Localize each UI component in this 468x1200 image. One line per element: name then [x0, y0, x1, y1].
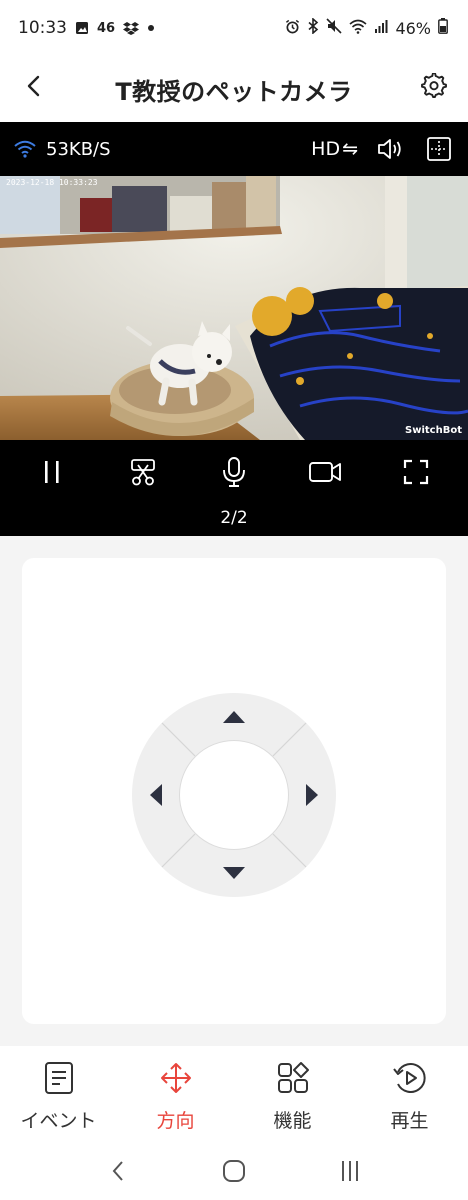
tab-direction-label: 方向 [156, 1110, 195, 1132]
tab-features-label: 機能 [273, 1110, 312, 1132]
pause-button[interactable] [30, 450, 74, 494]
mute-icon [326, 18, 343, 38]
dot-icon [147, 24, 155, 32]
pause-icon [44, 461, 59, 483]
video-top-bar: 53KB/S HD ⇋ [0, 122, 468, 176]
alarm-icon [285, 19, 300, 38]
gear-icon [421, 73, 447, 98]
wifi-icon [349, 19, 367, 38]
speaker-icon [378, 139, 401, 159]
signal-icon [374, 19, 388, 37]
video-controls [0, 440, 468, 504]
dropbox-icon [123, 21, 140, 35]
direction-center[interactable] [179, 740, 289, 850]
microphone-button[interactable] [212, 450, 256, 494]
back-button[interactable] [18, 70, 50, 102]
sound-button[interactable] [376, 134, 406, 164]
video-area: 53KB/S HD ⇋ 2023-12-18 10:33:23 SwitchBo… [0, 122, 468, 536]
move-right-button[interactable] [292, 775, 332, 815]
quality-label: HD [311, 138, 341, 160]
microphone-icon [223, 457, 245, 487]
page-title: T教授のペットカメラ [115, 77, 353, 106]
system-nav-bar [0, 1142, 468, 1200]
move-arrows-icon [158, 1060, 194, 1096]
chevron-left-icon [112, 1161, 123, 1181]
quality-toggle-button[interactable]: HD ⇋ [311, 138, 358, 160]
record-button[interactable] [303, 450, 347, 494]
network-label: 46 [97, 20, 116, 36]
wifi-signal-icon [14, 140, 36, 158]
battery-icon [438, 18, 448, 38]
playback-icon [392, 1060, 428, 1096]
arrow-up-icon [223, 711, 245, 723]
status-time: 10:33 [18, 18, 67, 38]
bottom-tab-bar: イベント 方向 機能 再生 [0, 1046, 468, 1142]
image-icon [75, 21, 89, 35]
status-bar: 10:33 46 46% [0, 0, 468, 56]
recents-icon [342, 1161, 358, 1181]
grid-view-button[interactable] [424, 134, 454, 164]
video-timestamp: 2023-12-18 10:33:23 [6, 178, 98, 187]
settings-button[interactable] [416, 68, 452, 104]
camera-page-indicator: 2/2 [220, 508, 248, 528]
camera-feed-image [0, 176, 468, 440]
arrow-right-icon [306, 784, 318, 806]
nav-back-button[interactable] [98, 1151, 138, 1191]
camera-feed[interactable]: 2023-12-18 10:33:23 SwitchBot [0, 176, 468, 440]
app-header: T教授のペットカメラ [0, 56, 468, 122]
direction-panel [22, 558, 446, 1024]
screenshot-button[interactable] [121, 450, 165, 494]
fullscreen-button[interactable] [394, 450, 438, 494]
move-up-button[interactable] [214, 697, 254, 737]
connection-speed: 53KB/S [14, 139, 111, 160]
arrow-down-icon [223, 867, 245, 879]
nav-home-button[interactable] [214, 1151, 254, 1191]
tab-playback-label: 再生 [390, 1110, 429, 1132]
video-camera-icon [309, 462, 342, 482]
arrow-left-icon [150, 784, 162, 806]
event-list-icon [41, 1060, 77, 1096]
move-down-button[interactable] [214, 853, 254, 893]
tab-features[interactable]: 機能 [234, 1046, 351, 1142]
video-watermark: SwitchBot [405, 425, 462, 436]
tab-direction[interactable]: 方向 [117, 1046, 234, 1142]
bluetooth-icon [307, 17, 319, 38]
chevron-left-icon [27, 75, 40, 97]
home-icon [223, 1160, 245, 1182]
features-grid-icon [275, 1060, 311, 1096]
fullscreen-icon [404, 459, 429, 485]
scissors-icon [130, 459, 155, 486]
tab-events[interactable]: イベント [0, 1046, 117, 1142]
nav-recents-button[interactable] [330, 1151, 370, 1191]
battery-percent: 46% [395, 18, 431, 38]
tab-playback[interactable]: 再生 [351, 1046, 468, 1142]
direction-pad [132, 693, 336, 897]
swap-icon: ⇋ [342, 138, 358, 160]
tab-events-label: イベント [20, 1110, 97, 1132]
speed-value: 53KB/S [46, 138, 111, 160]
move-left-button[interactable] [136, 775, 176, 815]
grid-icon [427, 137, 451, 161]
